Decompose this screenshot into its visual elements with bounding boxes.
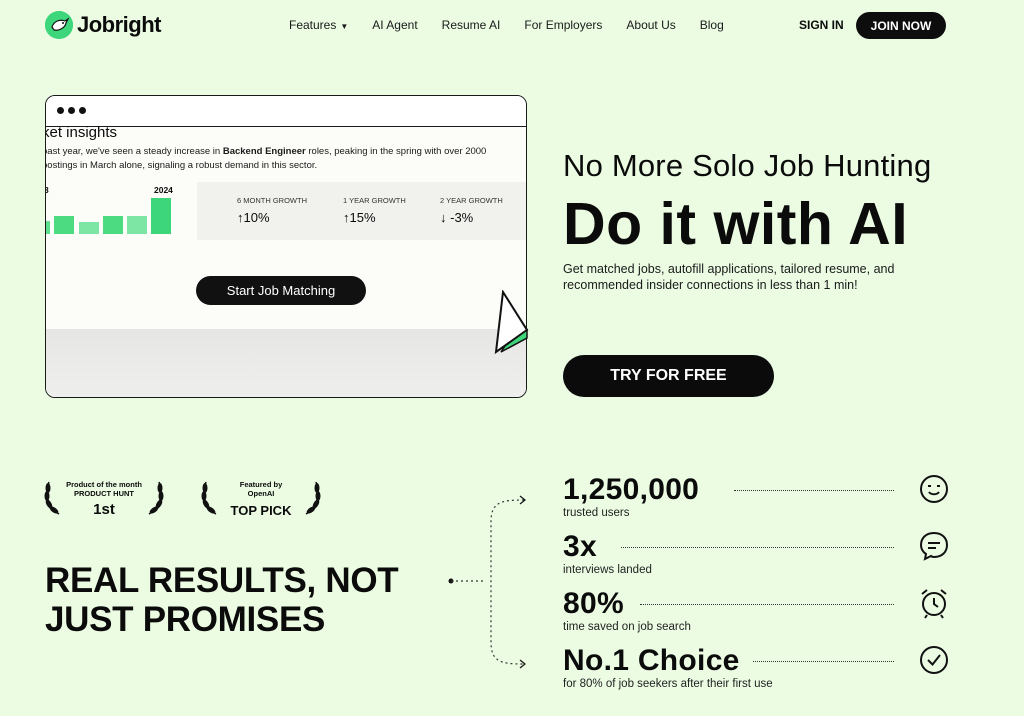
chat-icon bbox=[919, 531, 949, 561]
smile-icon bbox=[920, 475, 948, 503]
cursor-pointer-icon bbox=[494, 290, 529, 355]
window-dot bbox=[68, 107, 75, 114]
nav-for-employers[interactable]: For Employers bbox=[524, 18, 602, 32]
product-hunt-badge: Product of the month PRODUCT HUNT 1st bbox=[43, 478, 165, 520]
hero-description: Get matched jobs, autofill applications,… bbox=[563, 262, 895, 292]
insights-title: ket insights bbox=[45, 124, 118, 141]
caret-down-icon: ▼ bbox=[340, 22, 349, 31]
logo-text: Jobright bbox=[77, 12, 162, 37]
nav-links: Features ▼ AI Agent Resume AI For Employe… bbox=[289, 18, 748, 32]
dotted-divider bbox=[753, 661, 894, 662]
chart-bar bbox=[151, 198, 171, 234]
chart-bar bbox=[127, 216, 147, 234]
logo-bird-icon bbox=[45, 11, 73, 39]
growth-2-year: 2 YEAR GROWTH ↓ -3% bbox=[440, 196, 503, 225]
product-preview-window: ket insights past year, we've seen a ste… bbox=[45, 95, 527, 398]
stat-no1-choice: No.1 Choice for 80% of job seekers after… bbox=[563, 644, 773, 691]
openai-badge: Featured by OpenAI TOP PICK bbox=[200, 478, 322, 520]
nav-about-us[interactable]: About Us bbox=[626, 18, 675, 32]
hero-subtitle: No More Solo Job Hunting bbox=[563, 148, 932, 183]
sign-in-link[interactable]: SIGN IN bbox=[799, 18, 844, 32]
window-title-bar bbox=[46, 96, 526, 127]
hero-title: Do it with AI bbox=[563, 191, 909, 257]
alarm-clock-icon bbox=[921, 589, 947, 619]
window-footer bbox=[46, 329, 526, 397]
growth-1-year: 1 YEAR GROWTH ↑15% bbox=[343, 196, 406, 225]
growth-6-month: 6 MONTH GROWTH ↑10% bbox=[237, 196, 307, 225]
stat-trusted-users: 1,250,000 trusted users bbox=[563, 473, 700, 520]
nav-features[interactable]: Features ▼ bbox=[289, 18, 348, 32]
connector-lines bbox=[448, 495, 526, 669]
growth-stats-box: 6 MONTH GROWTH ↑10% 1 YEAR GROWTH ↑15% 2… bbox=[197, 182, 526, 240]
nav-blog[interactable]: Blog bbox=[700, 18, 724, 32]
chart-bar bbox=[103, 216, 123, 234]
results-heading: REAL RESULTS, NOT JUST PROMISES bbox=[45, 561, 399, 639]
dotted-divider bbox=[640, 604, 894, 605]
start-job-matching-button[interactable]: Start Job Matching bbox=[196, 276, 366, 305]
nav-ai-agent[interactable]: AI Agent bbox=[372, 18, 417, 32]
window-dot bbox=[79, 107, 86, 114]
arrow-down-icon: ↓ bbox=[440, 210, 447, 225]
try-for-free-button[interactable]: TRY FOR FREE bbox=[563, 355, 774, 397]
insights-text: past year, we've seen a steady increase … bbox=[45, 146, 487, 171]
stat-interviews: 3x interviews landed bbox=[563, 530, 652, 577]
top-nav: Jobright Features ▼ AI Agent Resume AI Fo… bbox=[0, 0, 1024, 52]
dotted-divider bbox=[621, 547, 894, 548]
check-circle-icon bbox=[920, 646, 948, 674]
nav-resume-ai[interactable]: Resume AI bbox=[442, 18, 501, 32]
stat-time-saved: 80% time saved on job search bbox=[563, 587, 691, 634]
chart-bar bbox=[46, 221, 50, 234]
chart-bar bbox=[54, 216, 74, 234]
logo[interactable]: Jobright bbox=[45, 11, 162, 39]
window-dot bbox=[57, 107, 64, 114]
chart-bar bbox=[79, 222, 99, 234]
join-now-button[interactable]: JOIN NOW bbox=[856, 12, 946, 39]
market-insights-panel: ket insights past year, we've seen a ste… bbox=[45, 124, 526, 329]
mini-bar-chart bbox=[46, 198, 171, 234]
dotted-divider bbox=[734, 490, 894, 491]
window-dots bbox=[57, 107, 86, 114]
